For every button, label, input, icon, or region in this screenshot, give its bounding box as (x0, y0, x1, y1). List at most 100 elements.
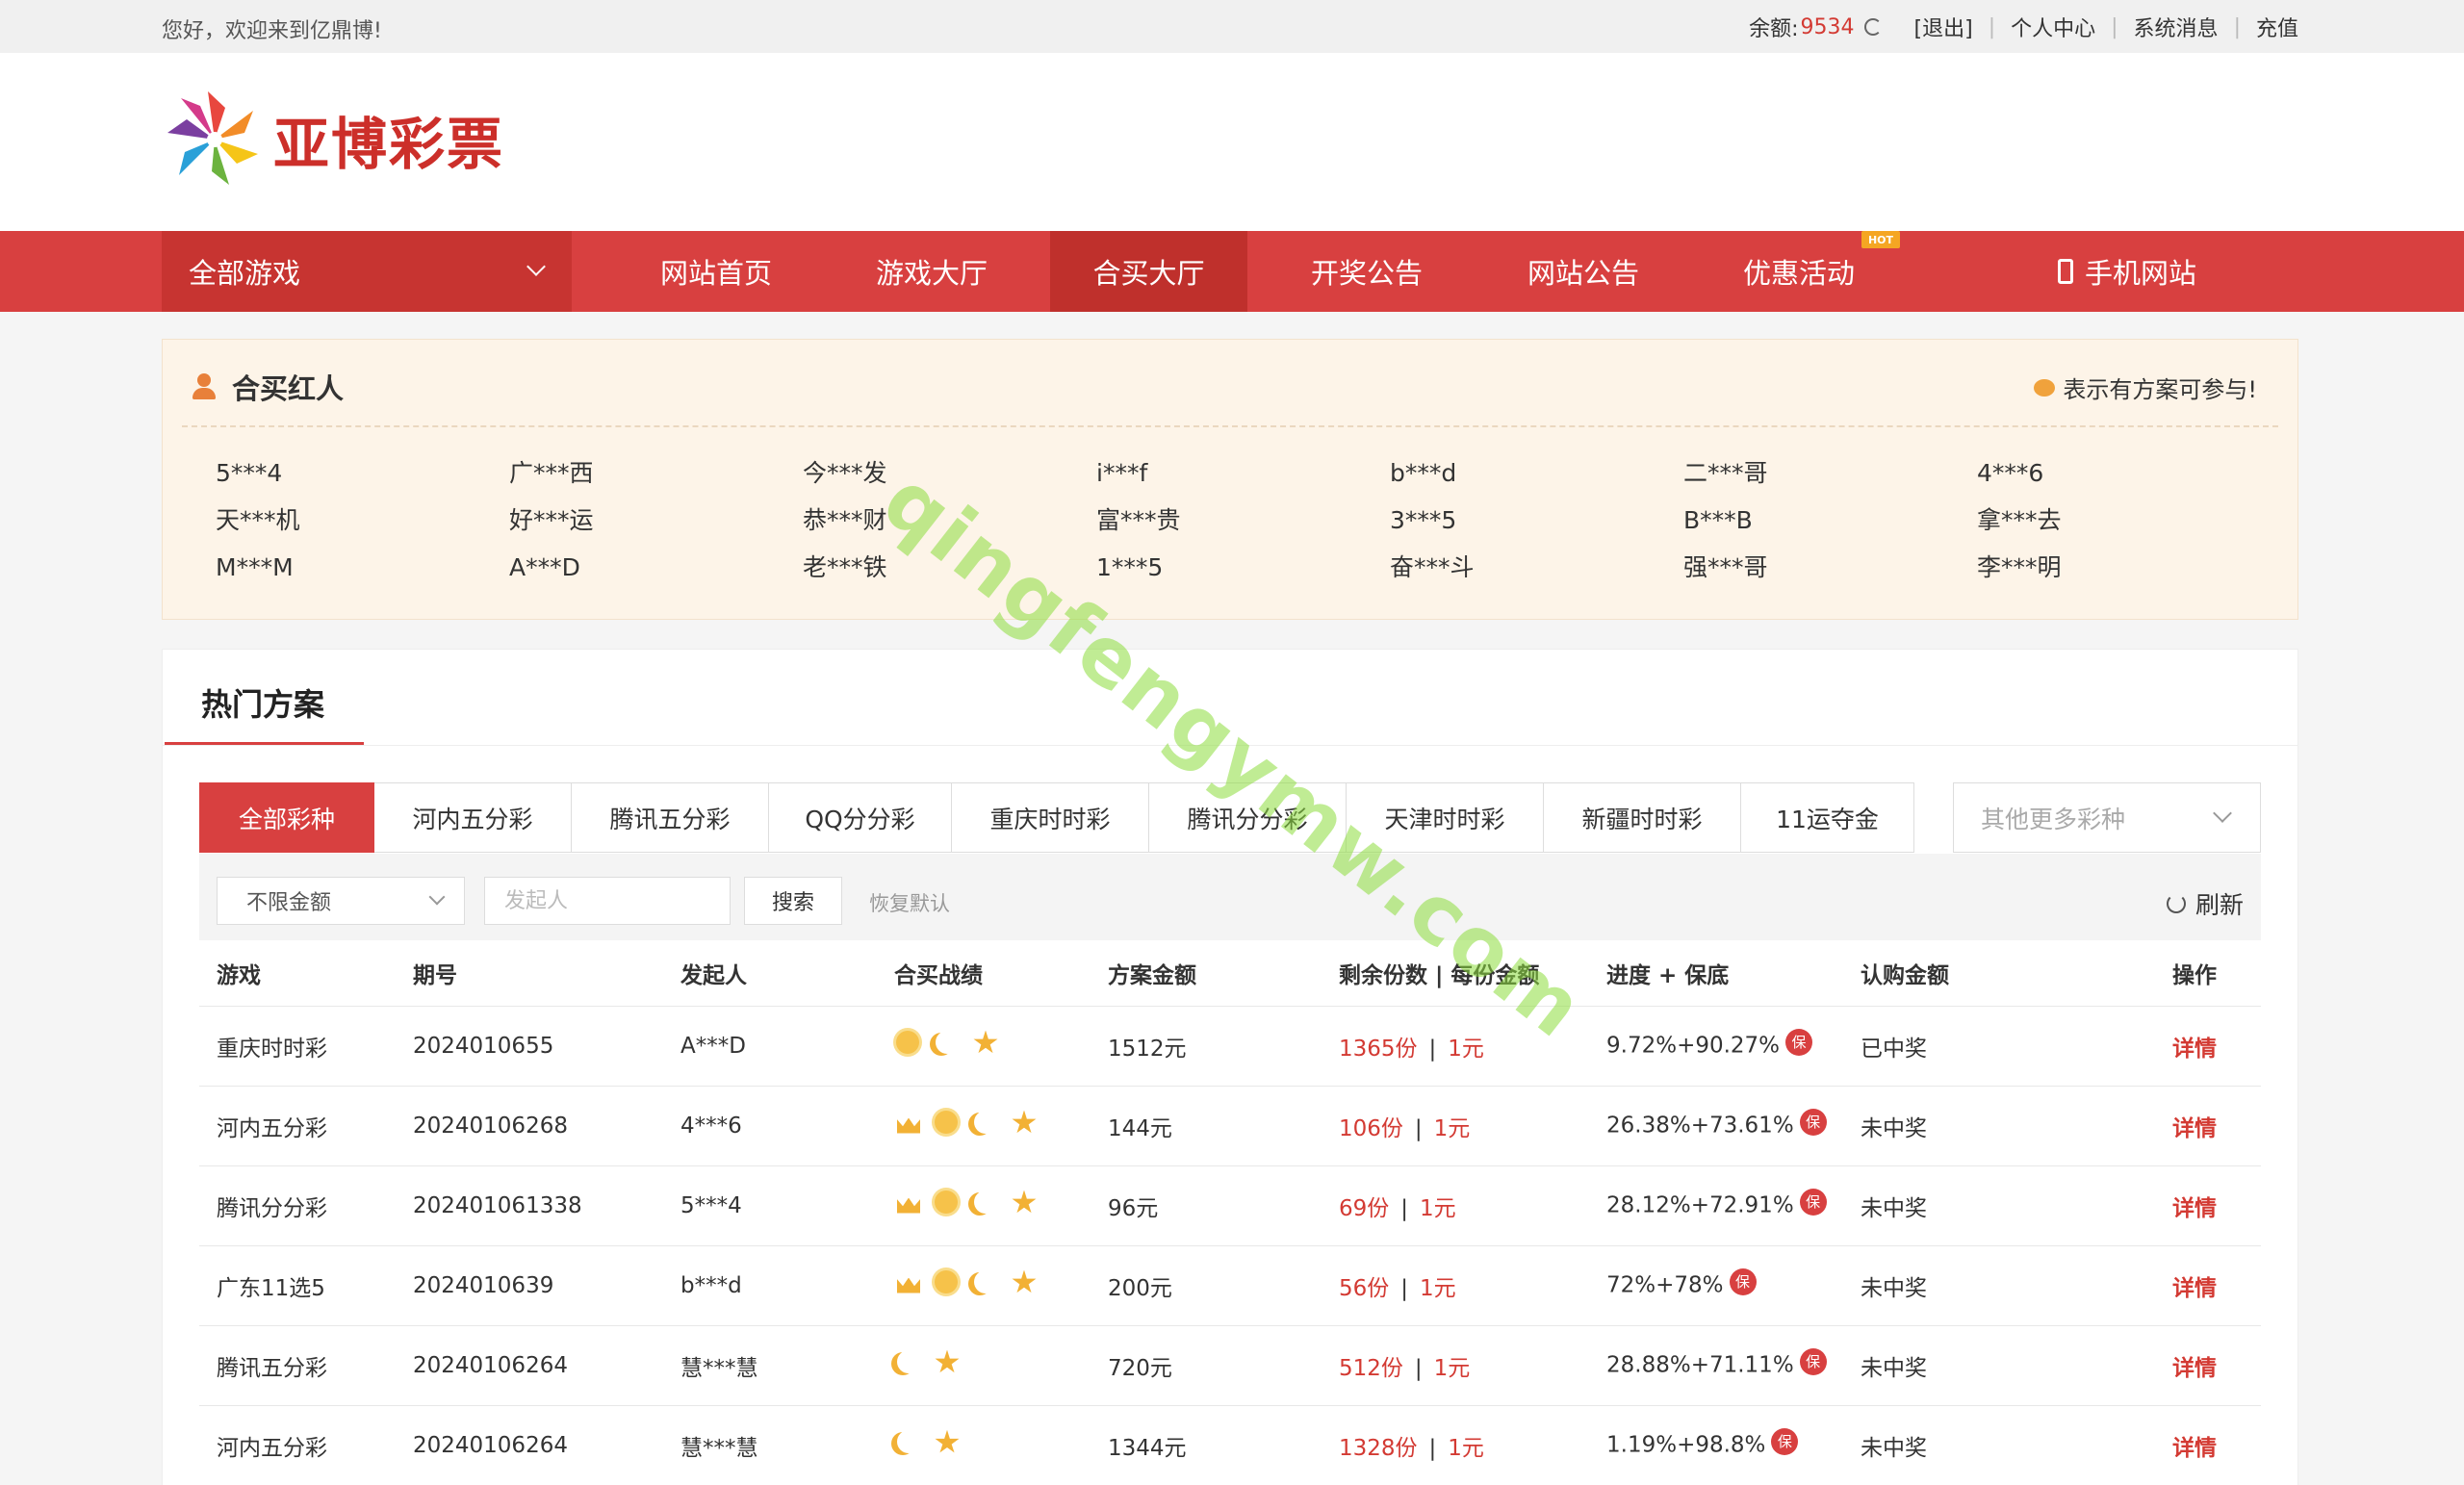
hot-user-link[interactable]: 恭***财 (803, 504, 1096, 536)
more-lottery-select[interactable]: 其他更多彩种 (1953, 782, 2261, 853)
refresh-balance-icon[interactable] (1863, 18, 1882, 36)
hot-user-link[interactable]: 李***明 (1977, 551, 2271, 583)
nav-item-promotions[interactable]: 优惠活动 (1722, 231, 1876, 312)
cell-initiator[interactable]: A***D (663, 1005, 877, 1086)
cell-initiator[interactable]: 慧***慧 (663, 1404, 877, 1485)
hot-user-link[interactable]: 老***铁 (803, 551, 1096, 583)
star-icon (1010, 1109, 1039, 1138)
hot-user-link[interactable]: A***D (509, 551, 803, 583)
logout-link[interactable]: [退出] (1914, 12, 1973, 42)
hot-user-link[interactable]: M***M (216, 551, 509, 583)
cell-status: 未中奖 (1843, 1165, 2155, 1245)
sun-icon (933, 1189, 962, 1217)
remain-shares: 1328份 (1339, 1435, 1418, 1461)
hot-user-link[interactable]: 好***运 (509, 504, 803, 536)
tab-tianjin-ssc[interactable]: 天津时时彩 (1347, 782, 1544, 853)
tab-chongqing-ssc[interactable]: 重庆时时彩 (952, 782, 1149, 853)
nav-item-announcements[interactable]: 网站公告 (1506, 231, 1660, 312)
star-icon (933, 1348, 962, 1377)
star-icon (1010, 1268, 1039, 1297)
detail-link[interactable]: 详情 (2172, 1037, 2217, 1062)
hot-user-link[interactable]: i***f (1096, 457, 1390, 489)
hot-user-link[interactable]: 富***贵 (1096, 504, 1390, 536)
reset-default-link[interactable]: 恢复默认 (869, 888, 950, 917)
hot-user-link[interactable]: 广***西 (509, 457, 803, 489)
hot-user-link[interactable]: 3***5 (1390, 504, 1683, 536)
recharge-link[interactable]: 充值 (2256, 12, 2298, 42)
cell-record (877, 1244, 1091, 1325)
crown-icon (894, 1189, 923, 1217)
hot-users-title-text: 合买红人 (232, 372, 345, 405)
nav-item-mobile[interactable]: 手机网站 (2021, 231, 2233, 312)
messages-link[interactable]: 系统消息 (2134, 12, 2219, 42)
cell-period: 202401061338 (396, 1165, 663, 1245)
logo[interactable]: 亚博彩票 (162, 87, 504, 192)
all-games-dropdown[interactable]: 全部游戏 (162, 231, 572, 312)
cell-initiator[interactable]: 慧***慧 (663, 1324, 877, 1405)
phone-icon (2057, 259, 2073, 284)
detail-link[interactable]: 详情 (2172, 1116, 2217, 1141)
refresh-button[interactable]: 刷新 (2166, 886, 2244, 921)
chevron-down-icon (428, 888, 446, 906)
search-button[interactable]: 搜索 (744, 877, 842, 925)
cell-amount: 96元 (1091, 1165, 1322, 1245)
hot-plans-title: 热门方案 (201, 686, 325, 723)
nav-item-draw-results[interactable]: 开奖公告 (1290, 231, 1444, 312)
detail-link[interactable]: 详情 (2172, 1436, 2217, 1461)
detail-link[interactable]: 详情 (2172, 1196, 2217, 1221)
cell-record (877, 1085, 1091, 1165)
hot-user-link[interactable]: 1***5 (1096, 551, 1390, 583)
hot-user-link[interactable]: 二***哥 (1683, 457, 1977, 489)
moon-icon (971, 1268, 1000, 1297)
hot-user-link[interactable]: 强***哥 (1683, 551, 1977, 583)
filter-bar: 不限金额 搜索 恢复默认 刷新 (199, 854, 2261, 940)
per-share-amount: 1元 (1433, 1355, 1471, 1381)
hot-user-link[interactable]: 奋***斗 (1390, 551, 1683, 583)
hot-badge: HOT (1861, 231, 1900, 248)
tab-all-lottery[interactable]: 全部彩种 (199, 782, 374, 853)
cell-initiator[interactable]: 4***6 (663, 1085, 877, 1165)
hot-user-link[interactable]: 今***发 (803, 457, 1096, 489)
per-share-amount: 1元 (1433, 1115, 1471, 1141)
hot-user-link[interactable]: 4***6 (1977, 457, 2271, 489)
logo-flower-icon (167, 91, 258, 185)
progress-value: 28.12%+72.91% (1606, 1192, 1794, 1217)
tab-tencent-5min[interactable]: 腾讯五分彩 (572, 782, 769, 853)
hot-users-list: 5***4 广***西 今***发 i***f b***d 二***哥 4***… (216, 457, 2275, 583)
tab-qq-1min[interactable]: QQ分分彩 (769, 782, 952, 853)
detail-link[interactable]: 详情 (2172, 1276, 2217, 1301)
tab-tencent-1min[interactable]: 腾讯分分彩 (1149, 782, 1347, 853)
nav-item-game-hall[interactable]: 游戏大厅 (855, 231, 1009, 312)
hot-user-link[interactable]: B***B (1683, 504, 1977, 536)
tab-hanoi-5min[interactable]: 河内五分彩 (374, 782, 572, 853)
cell-remain-per: 1365份 | 1元 (1322, 1005, 1589, 1086)
cell-initiator[interactable]: 5***4 (663, 1165, 877, 1245)
detail-link[interactable]: 详情 (2172, 1356, 2217, 1381)
all-games-label: 全部游戏 (189, 257, 301, 290)
cell-record (877, 1404, 1091, 1485)
nav-item-home[interactable]: 网站首页 (639, 231, 793, 312)
sun-icon (894, 1029, 923, 1058)
tab-11-yunduojin[interactable]: 11运夺金 (1741, 782, 1914, 853)
hot-users-hint: 表示有方案可参与! (2034, 371, 2257, 404)
tab-xinjiang-ssc[interactable]: 新疆时时彩 (1544, 782, 1741, 853)
personal-center-link[interactable]: 个人中心 (2011, 12, 2095, 42)
initiator-input[interactable] (484, 877, 731, 925)
cell-status: 已中奖 (1843, 1005, 2155, 1086)
cell-initiator[interactable]: b***d (663, 1244, 877, 1325)
table-row: 河内五分彩 20240106264 慧***慧 1344元 1328份 | 1元 1.19%+… (199, 1404, 2261, 1485)
lottery-tabs: 全部彩种 河内五分彩 腾讯五分彩 QQ分分彩 重庆时时彩 腾讯分分彩 天津时时彩… (199, 782, 1914, 853)
hot-user-link[interactable]: 5***4 (216, 457, 509, 489)
hot-user-link[interactable]: b***d (1390, 457, 1683, 489)
hot-user-link[interactable]: 天***机 (216, 504, 509, 536)
per-share-amount: 1元 (1448, 1036, 1484, 1062)
cell-amount: 200元 (1091, 1244, 1322, 1325)
cell-action: 详情 (2155, 1085, 2261, 1165)
amount-select[interactable]: 不限金额 (217, 877, 465, 925)
nav-item-mobile-label: 手机网站 (2084, 257, 2196, 290)
hot-user-link[interactable]: 拿***去 (1977, 504, 2271, 536)
divider: | (1414, 1355, 1423, 1381)
cell-period: 2024010655 (396, 1005, 663, 1086)
col-subscribe: 认购金额 (1861, 962, 1949, 988)
nav-item-group-buy[interactable]: 合买大厅 (1050, 231, 1247, 312)
